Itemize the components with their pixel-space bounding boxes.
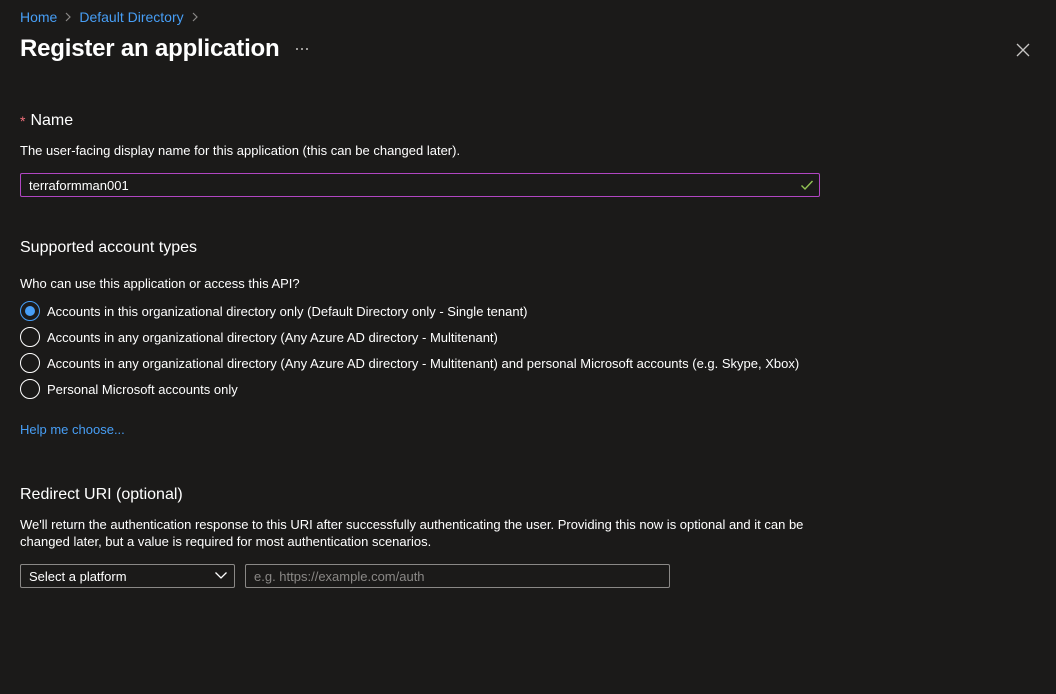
- platform-dropdown[interactable]: Select a platform: [20, 564, 235, 588]
- register-app-page: Home Default Directory Register an appli…: [0, 0, 1056, 694]
- account-type-option-multitenant-personal[interactable]: Accounts in any organizational directory…: [20, 353, 799, 373]
- radio-button[interactable]: [20, 353, 40, 373]
- account-type-option-personal-only[interactable]: Personal Microsoft accounts only: [20, 379, 238, 399]
- redirect-uri-heading: Redirect URI (optional): [20, 486, 183, 503]
- breadcrumb-directory-link[interactable]: Default Directory: [79, 9, 183, 25]
- ellipsis-icon: [296, 48, 308, 50]
- required-indicator: *: [20, 113, 26, 129]
- name-field-label: * Name: [20, 112, 73, 130]
- radio-label: Personal Microsoft accounts only: [47, 381, 238, 397]
- breadcrumb-home-link[interactable]: Home: [20, 9, 57, 25]
- name-label-text: Name: [30, 112, 74, 129]
- account-type-option-single-tenant[interactable]: Accounts in this organizational director…: [20, 301, 528, 321]
- chevron-right-icon: [186, 8, 204, 26]
- name-description: The user-facing display name for this ap…: [20, 143, 461, 158]
- platform-dropdown-value: Select a platform: [29, 568, 127, 584]
- name-input-container: [20, 173, 820, 197]
- radio-label: Accounts in this organizational director…: [47, 303, 528, 319]
- close-icon: [1016, 43, 1030, 57]
- page-title: Register an application: [20, 35, 280, 62]
- radio-button[interactable]: [20, 327, 40, 347]
- redirect-uri-description-line2: changed later, but a value is required f…: [20, 534, 432, 549]
- breadcrumb: Home Default Directory: [20, 8, 206, 26]
- account-types-question: Who can use this application or access t…: [20, 276, 300, 291]
- redirect-uri-input[interactable]: [245, 564, 670, 588]
- chevron-right-icon: [59, 8, 77, 26]
- help-me-choose-link[interactable]: Help me choose...: [20, 422, 125, 437]
- checkmark-icon: [795, 174, 819, 196]
- account-types-heading: Supported account types: [20, 239, 198, 256]
- radio-label: Accounts in any organizational directory…: [47, 329, 498, 345]
- radio-label: Accounts in any organizational directory…: [47, 355, 800, 371]
- close-button[interactable]: [1012, 39, 1034, 61]
- redirect-uri-description-line1: We'll return the authentication response…: [20, 517, 804, 532]
- name-input[interactable]: [21, 174, 795, 196]
- radio-button[interactable]: [20, 379, 40, 399]
- more-options-button[interactable]: [292, 38, 312, 60]
- chevron-down-icon: [214, 567, 228, 585]
- radio-button-selected[interactable]: [20, 301, 40, 321]
- account-type-option-multitenant[interactable]: Accounts in any organizational directory…: [20, 327, 498, 347]
